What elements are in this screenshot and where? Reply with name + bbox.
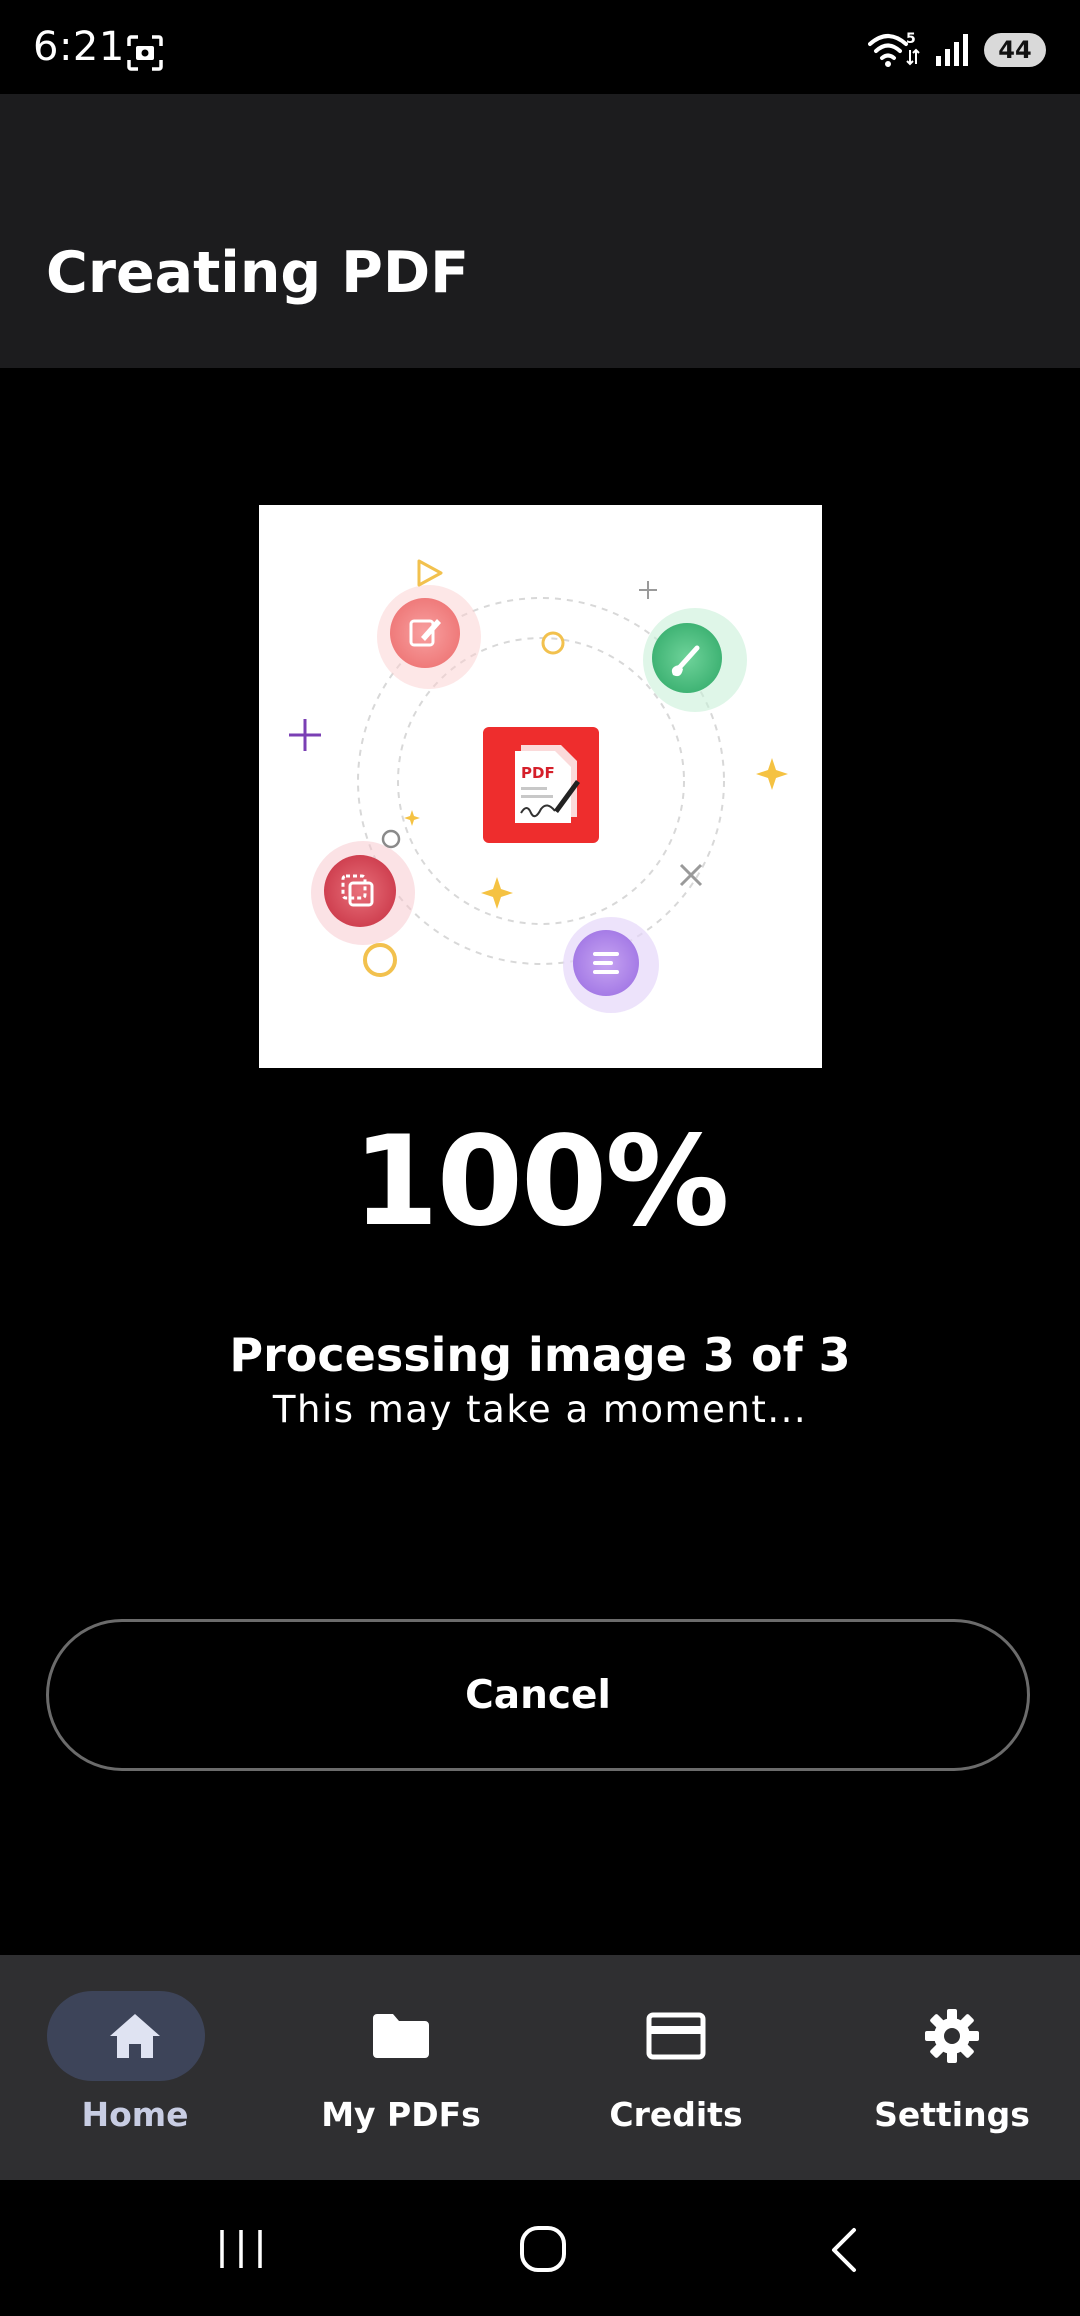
pdf-illustration: PDF [259,505,822,1068]
nav-label-my-pdfs: My PDFs [321,2095,481,2134]
credit-card-icon [541,1991,811,2081]
nav-item-credits[interactable]: Credits [541,1955,811,2180]
page-title: Creating PDF [46,240,470,306]
screenshot-icon [127,35,163,71]
status-time: 6:21 [33,24,125,70]
nav-item-settings[interactable]: Settings [817,1955,1080,2180]
home-circle-icon[interactable] [518,2224,568,2274]
battery-icon: 44 [984,33,1046,67]
svg-text:PDF: PDF [521,764,555,782]
svg-text:5: 5 [906,31,916,47]
cancel-button[interactable]: Cancel [46,1619,1030,1771]
illustration-art: PDF [289,559,788,1013]
signal-icon [936,34,968,66]
status-bar: 6:21 5 44 [0,0,1080,94]
progress-percent: 100% [352,1110,729,1254]
wifi-icon: 5 [868,31,920,67]
nav-label-credits: Credits [609,2095,743,2134]
nav-label-settings: Settings [874,2095,1030,2134]
bottom-nav: Home My PDFs Credits Settings [0,1955,1080,2180]
folder-icon [266,1991,536,2081]
recents-icon[interactable] [218,2228,264,2270]
nav-item-home[interactable]: Home [0,1955,270,2180]
nav-item-my-pdfs[interactable]: My PDFs [266,1955,536,2180]
gear-icon [817,1991,1080,2081]
processing-title: Processing image 3 of 3 [229,1328,851,1382]
back-icon[interactable] [826,2226,862,2274]
processing-subtitle: This may take a moment... [272,1388,808,1431]
status-icons: 5 44 [868,28,1046,72]
app-bar [0,94,1080,368]
home-icon [0,1991,270,2081]
cancel-button-label: Cancel [465,1672,611,1718]
system-nav-bar [0,2180,1080,2316]
nav-label-home: Home [81,2095,189,2134]
